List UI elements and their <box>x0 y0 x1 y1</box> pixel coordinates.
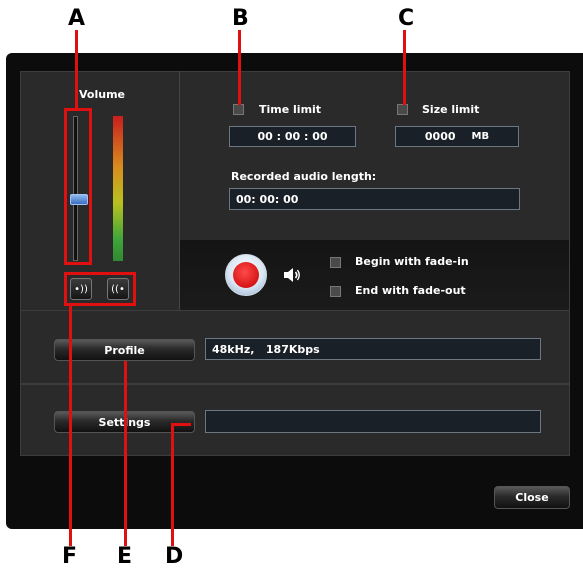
recorded-length-field: 00: 00: 00 <box>229 188 520 210</box>
size-limit-value: 0000 <box>424 130 456 143</box>
speaker-icon[interactable] <box>282 266 302 284</box>
time-limit-checkbox[interactable] <box>233 104 244 115</box>
fade-in-checkbox[interactable] <box>330 257 341 268</box>
callout-a: A <box>68 6 86 31</box>
record-icon <box>233 262 259 288</box>
size-limit-checkbox[interactable] <box>397 104 408 115</box>
recorded-length-value: 00: 00: 00 <box>236 192 299 206</box>
size-limit-label: Size limit <box>422 103 480 116</box>
callout-d-line <box>171 423 174 546</box>
time-limit-field[interactable]: 00 : 00 : 00 <box>229 126 356 147</box>
size-limit-unit: MB <box>471 131 490 142</box>
callout-a-box <box>64 108 92 265</box>
fade-out-label: End with fade-out <box>355 284 466 297</box>
profile-button[interactable]: Profile <box>54 339 195 361</box>
profile-value: 48kHz, 187Kbps <box>212 342 320 356</box>
profile-field: 48kHz, 187Kbps <box>205 338 541 360</box>
callout-d-connector <box>171 423 191 426</box>
close-button[interactable]: Close <box>494 486 570 509</box>
callout-f: F <box>62 544 78 569</box>
size-limit-field[interactable]: 0000 MB <box>395 126 519 147</box>
recorded-length-label: Recorded audio length: <box>231 170 377 183</box>
fade-in-label: Begin with fade-in <box>355 255 469 268</box>
volume-level-meter <box>113 116 123 261</box>
callout-f-line <box>69 306 72 546</box>
volume-label: Volume <box>79 88 125 101</box>
callout-a-line <box>75 30 78 108</box>
callout-c: C <box>398 6 415 31</box>
callout-d: D <box>165 544 184 569</box>
callout-b: B <box>232 6 249 31</box>
time-limit-label: Time limit <box>259 103 322 116</box>
callout-e-line <box>124 361 127 546</box>
fade-out-checkbox[interactable] <box>330 286 341 297</box>
callout-b-line <box>238 30 241 105</box>
time-limit-value: 00 : 00 : 00 <box>257 130 328 143</box>
callout-f-box <box>64 272 136 306</box>
callout-e: E <box>117 544 133 569</box>
callout-c-line <box>403 30 406 105</box>
settings-field <box>205 410 541 433</box>
